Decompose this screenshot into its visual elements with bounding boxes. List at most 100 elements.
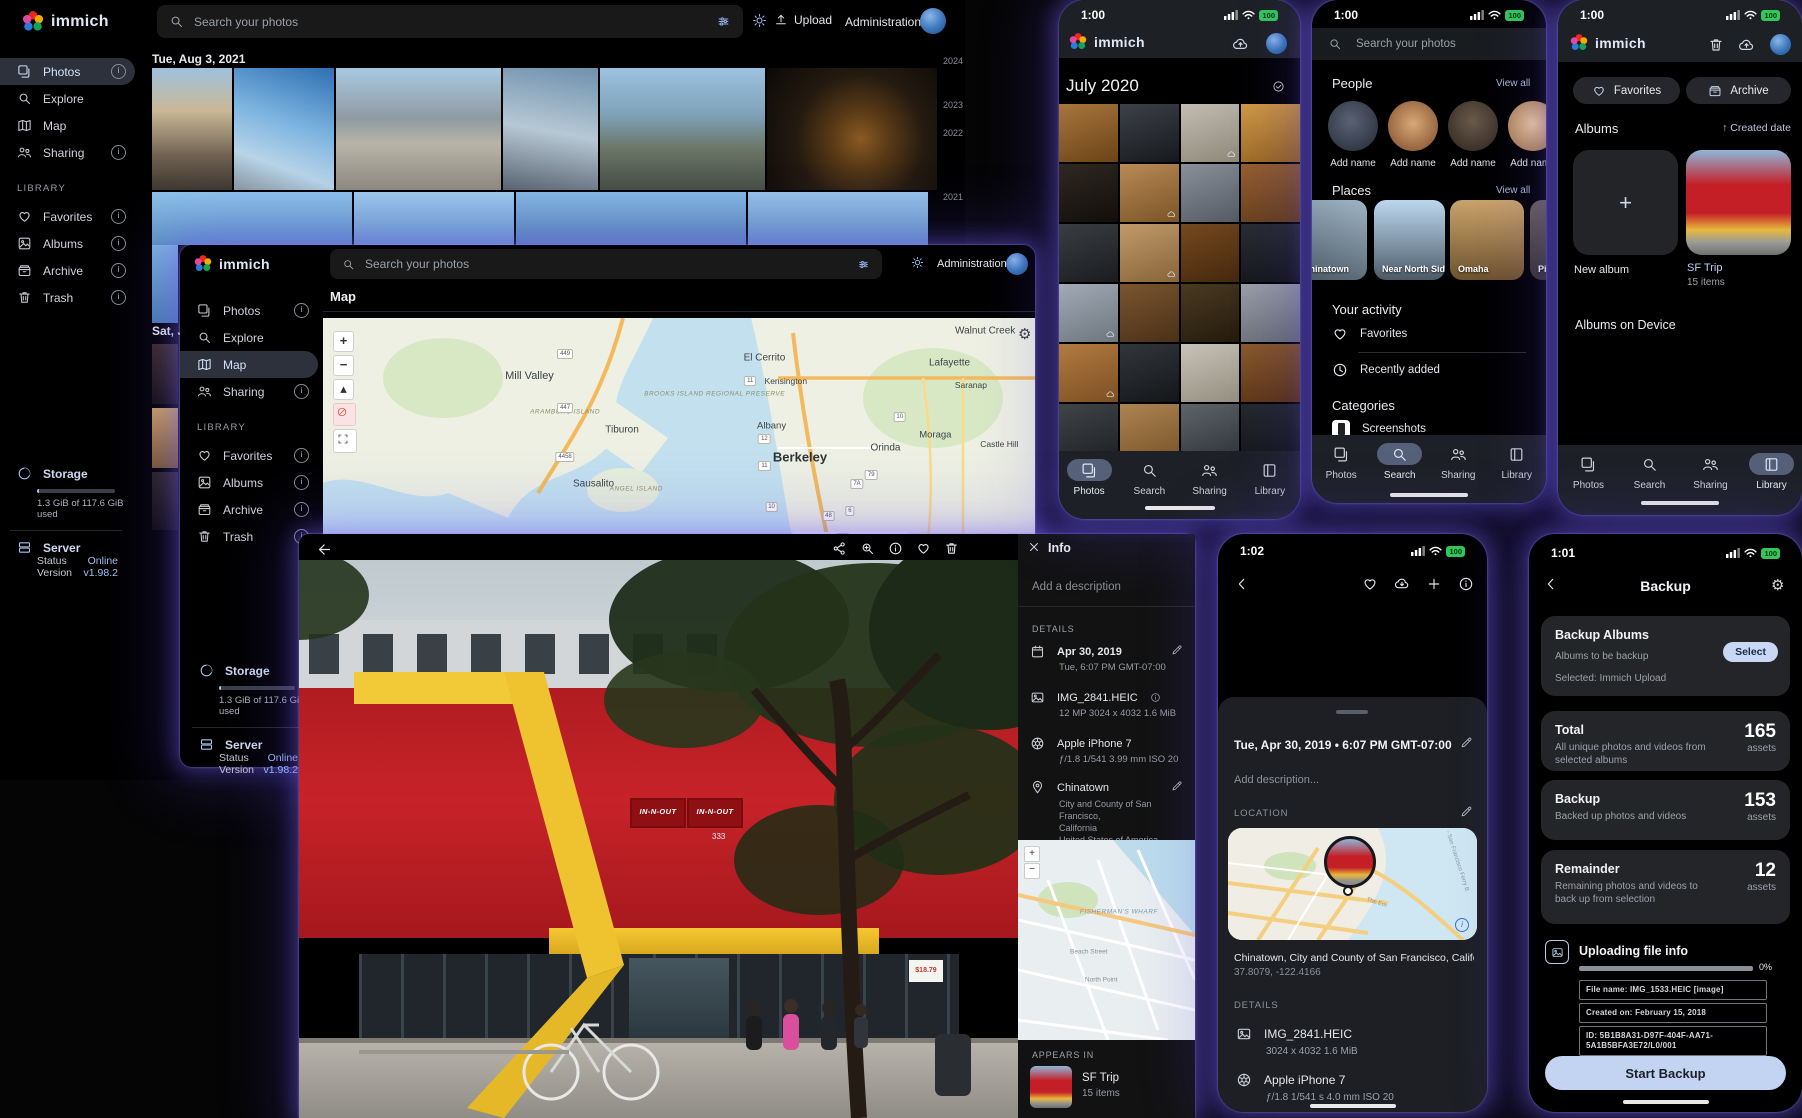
add-icon[interactable] xyxy=(1426,576,1442,592)
sidebar-item-archive[interactable]: Archivei xyxy=(0,257,135,284)
photo-thumbnail[interactable] xyxy=(152,408,178,468)
start-backup-button[interactable]: Start Backup xyxy=(1545,1056,1786,1090)
minimap-zoom-in[interactable]: + xyxy=(1024,846,1040,862)
sidebar-item-map[interactable]: Map xyxy=(180,351,318,378)
photo-thumbnail[interactable] xyxy=(1120,164,1179,222)
places-view-all[interactable]: View all xyxy=(1496,185,1530,196)
close-icon[interactable] xyxy=(1027,540,1041,554)
sidebar-item-sharing[interactable]: Sharingi xyxy=(180,378,318,405)
album-sf-trip-tile[interactable] xyxy=(1686,150,1791,255)
user-avatar[interactable] xyxy=(1006,253,1028,275)
photo-thumbnail[interactable] xyxy=(354,192,514,245)
share-icon[interactable] xyxy=(832,541,847,556)
administration-link[interactable]: Administration xyxy=(937,258,1007,270)
tab-sharing[interactable]: Sharing xyxy=(1436,443,1481,481)
select-button[interactable]: Select xyxy=(1723,642,1778,662)
add-name-link[interactable]: Add name xyxy=(1503,158,1546,169)
album-thumbnail[interactable] xyxy=(1030,1066,1072,1108)
edit-pencil-icon[interactable] xyxy=(1171,780,1183,792)
filter-sliders-icon[interactable] xyxy=(857,258,870,271)
photo-location-marker[interactable] xyxy=(1324,836,1376,888)
info-circle-icon[interactable] xyxy=(1150,692,1161,703)
zoom-in-icon[interactable] xyxy=(860,541,875,556)
photo-thumbnail[interactable] xyxy=(1181,104,1240,162)
place-tile[interactable]: Pi xyxy=(1530,200,1546,280)
photo-thumbnail[interactable] xyxy=(152,192,352,245)
recently-added-row[interactable]: Recently added xyxy=(1332,362,1440,378)
trash-icon[interactable] xyxy=(1708,37,1724,53)
add-name-link[interactable]: Add name xyxy=(1383,158,1443,169)
info-circle-icon[interactable]: i xyxy=(111,263,126,278)
sidebar-item-albums[interactable]: Albumsi xyxy=(0,230,135,257)
tab-photos[interactable]: Photos xyxy=(1566,453,1611,491)
photo-thumbnail[interactable] xyxy=(503,68,598,190)
album-title[interactable]: SF Trip xyxy=(1687,262,1722,274)
photo-thumbnail[interactable] xyxy=(1120,344,1179,402)
info-circle-icon[interactable]: i xyxy=(111,209,126,224)
person-face[interactable] xyxy=(1388,101,1438,151)
more-options-icon[interactable] xyxy=(972,541,987,556)
photo-thumbnail[interactable] xyxy=(1059,224,1118,282)
map-zoom-out[interactable]: − xyxy=(333,355,354,376)
info-circle-icon[interactable]: i xyxy=(111,236,126,251)
filter-sliders-icon[interactable] xyxy=(716,14,731,29)
cloud-download-icon[interactable] xyxy=(1394,576,1410,592)
photo-thumbnail[interactable] xyxy=(1241,224,1300,282)
map-settings-gear-icon[interactable]: ⚙ xyxy=(1018,325,1031,343)
sidebar-item-albums[interactable]: Albumsi xyxy=(180,469,318,496)
map-fullscreen-button[interactable] xyxy=(333,429,357,453)
edit-pencil-icon[interactable] xyxy=(1171,644,1183,656)
map-compass[interactable]: ▴ xyxy=(333,379,354,400)
albums-sort-button[interactable]: ↑ Created date xyxy=(1722,122,1791,134)
photo-thumbnail[interactable] xyxy=(516,192,746,245)
info-circle-icon[interactable]: i xyxy=(111,64,126,79)
tab-sharing[interactable]: Sharing xyxy=(1187,459,1232,497)
upload-button[interactable]: Upload xyxy=(774,13,832,27)
search-input[interactable]: Search your photos xyxy=(330,249,882,279)
sidebar-item-photos[interactable]: Photosi xyxy=(180,297,318,324)
tab-photos[interactable]: Photos xyxy=(1067,459,1112,497)
album-title[interactable]: SF Trip xyxy=(1082,1072,1119,1084)
cloud-sync-icon[interactable] xyxy=(1738,37,1755,54)
tab-search[interactable]: Search xyxy=(1627,453,1672,491)
sidebar-item-archive[interactable]: Archivei xyxy=(180,496,318,523)
photo-thumbnail[interactable] xyxy=(1059,284,1118,342)
photo-thumbnail[interactable] xyxy=(152,472,178,530)
cloud-sync-icon[interactable] xyxy=(1232,36,1249,53)
info-circle-icon[interactable]: i xyxy=(294,384,309,399)
archive-button[interactable]: Archive xyxy=(1686,77,1791,104)
select-all-check-icon[interactable] xyxy=(1272,80,1285,93)
photo-thumbnail[interactable] xyxy=(1241,164,1300,222)
sidebar-item-trash[interactable]: Trashi xyxy=(180,523,318,550)
people-view-all[interactable]: View all xyxy=(1496,78,1530,89)
info-circle-icon[interactable]: i xyxy=(294,475,309,490)
back-chevron-icon[interactable] xyxy=(1234,576,1250,592)
settings-gear-icon[interactable]: ⚙ xyxy=(1771,576,1784,594)
timeline-scrubber[interactable]: 2024202320222021 xyxy=(940,0,963,245)
photo-thumbnail[interactable] xyxy=(1120,104,1179,162)
photo-thumbnail[interactable] xyxy=(1181,284,1240,342)
info-circle-icon[interactable]: i xyxy=(294,502,309,517)
minimap-zoom-out[interactable]: − xyxy=(1024,863,1040,879)
map-attribution-icon[interactable]: i xyxy=(1455,918,1469,932)
tab-library[interactable]: Library xyxy=(1247,459,1292,497)
photo-thumbnail[interactable] xyxy=(152,68,232,190)
sidebar-item-trash[interactable]: Trashi xyxy=(0,284,135,311)
favorites-button[interactable]: Favorites xyxy=(1573,77,1680,104)
info-circle-icon[interactable]: i xyxy=(111,145,126,160)
edit-pencil-icon[interactable] xyxy=(1460,805,1473,818)
user-avatar[interactable] xyxy=(1770,34,1791,55)
info-circle-icon[interactable]: i xyxy=(294,303,309,318)
new-album-tile[interactable]: + xyxy=(1573,150,1678,255)
info-circle-icon[interactable]: i xyxy=(111,290,126,305)
tab-photos[interactable]: Photos xyxy=(1319,443,1364,481)
person-face[interactable] xyxy=(1328,101,1378,151)
photo-thumbnail[interactable] xyxy=(1181,164,1240,222)
photo-thumbnail[interactable] xyxy=(234,68,334,190)
search-input[interactable]: Search your photos xyxy=(1312,28,1546,60)
photo-in-n-out[interactable]: IN-N-OUT IN-N-OUT 333 $18.79 xyxy=(299,560,1018,1118)
theme-toggle-icon[interactable] xyxy=(752,13,767,28)
info-icon[interactable] xyxy=(1458,576,1474,592)
info-circle-icon[interactable]: i xyxy=(294,448,309,463)
photo-thumbnail[interactable] xyxy=(1120,284,1179,342)
